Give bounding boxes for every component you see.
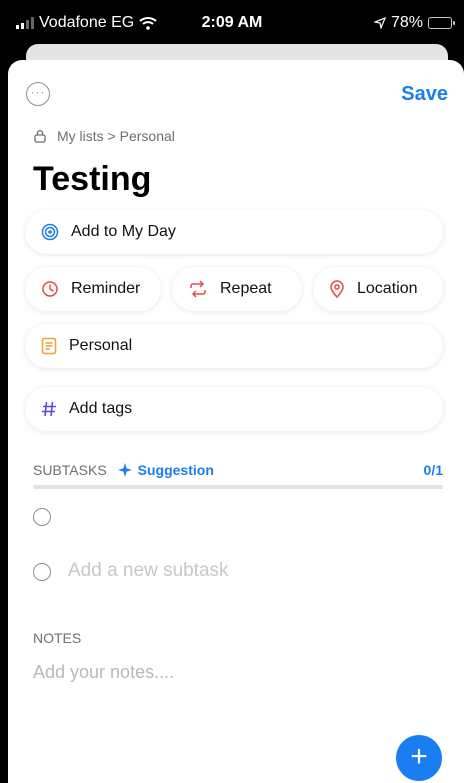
subtask-count: 0/1 [423,462,443,478]
more-options-button[interactable]: ··· [26,82,50,106]
location-label: Location [357,280,418,297]
new-subtask-checkbox[interactable] [33,563,51,581]
add-to-my-day-button[interactable]: Add to My Day [25,210,443,254]
breadcrumb-text: My lists > Personal [57,128,175,144]
add-button[interactable]: + [396,735,442,781]
status-bar: Vodafone EG 2:09 AM 78% [0,0,464,46]
add-tags-button[interactable]: Add tags [25,387,443,431]
clock-icon [42,281,58,297]
task-detail-sheet: ··· Save My lists > Personal Testing Add… [8,60,464,783]
repeat-button[interactable]: Repeat [172,267,302,311]
lock-icon [34,129,46,143]
suggestion-button[interactable]: Suggestion [117,462,214,478]
subtasks-label: SUBTASKS [33,462,107,478]
target-icon [41,223,59,241]
list-selector-button[interactable]: Personal [25,324,443,368]
list-label: Personal [69,337,133,354]
battery-icon [428,17,455,29]
subtask-checkbox[interactable] [33,508,51,526]
tags-label: Add tags [69,400,133,417]
plus-icon: + [410,740,428,773]
reminder-label: Reminder [71,280,141,297]
location-arrow-icon [373,17,386,29]
notes-input[interactable]: Add your notes.... [33,662,174,683]
repeat-icon [190,280,206,298]
list-icon [41,337,57,355]
reminder-button[interactable]: Reminder [25,267,161,311]
location-button[interactable]: Location [313,267,443,311]
breadcrumb[interactable]: My lists > Personal [33,128,175,144]
hash-icon [42,401,56,417]
battery-percent: 78% [390,14,423,31]
sparkle-icon [117,463,132,477]
add-subtask-input[interactable]: Add a new subtask [68,560,229,582]
subtasks-header: SUBTASKS Suggestion 0/1 [33,460,443,480]
task-title[interactable]: Testing [33,160,151,199]
my-day-label: Add to My Day [71,223,176,240]
save-button[interactable]: Save [401,83,448,106]
notes-label: NOTES [33,630,82,646]
status-right: 78% [373,14,455,32]
suggestion-label: Suggestion [137,462,214,478]
subtask-progress-bar [33,485,443,489]
location-pin-icon [330,280,344,298]
repeat-label: Repeat [220,280,272,297]
